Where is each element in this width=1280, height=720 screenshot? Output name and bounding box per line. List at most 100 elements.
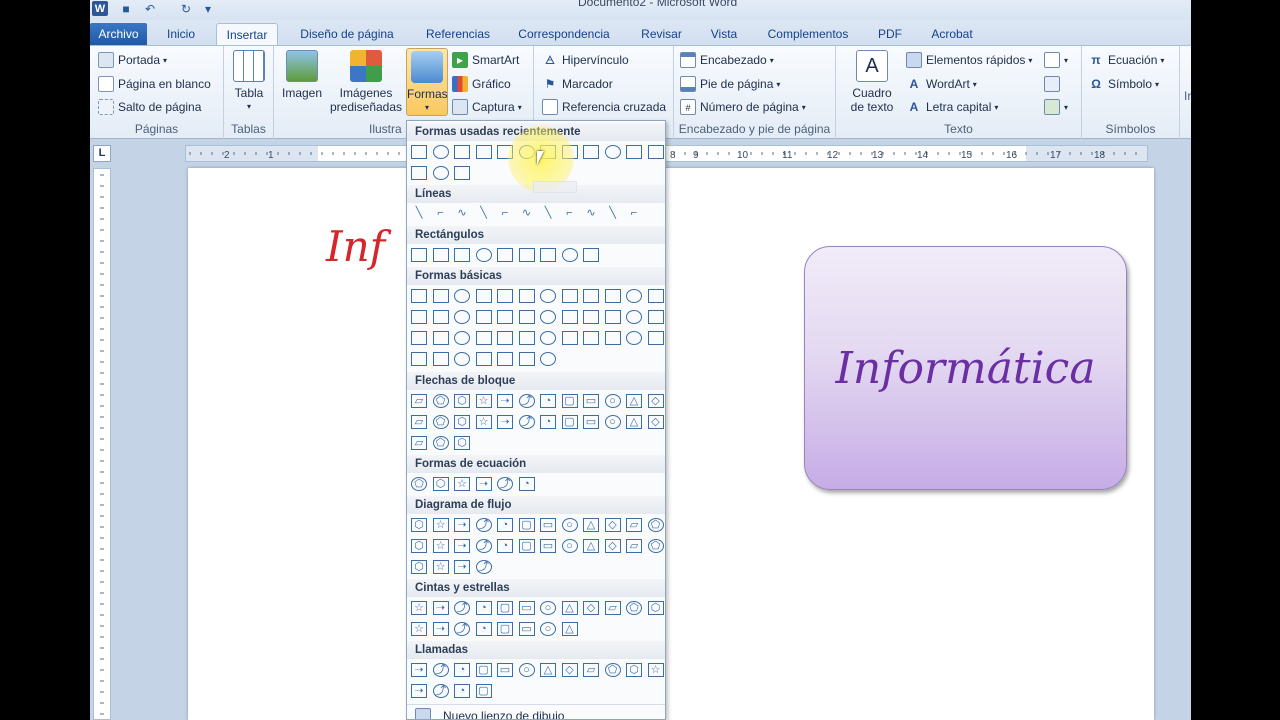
marcador-button[interactable]: ⚑ Marcador [542, 74, 613, 94]
shape-4-5-icon[interactable] [497, 352, 513, 366]
tab-inicio[interactable]: Inicio [162, 23, 200, 45]
shape-4-5-icon[interactable] [497, 331, 513, 345]
salto-pagina-button[interactable]: Salto de página [98, 97, 201, 117]
shape-2-6-icon[interactable]: ∿ [519, 207, 535, 221]
tab-revisar[interactable]: Revisar [639, 23, 684, 45]
shape-9-3-icon[interactable]: ◔ [454, 684, 470, 698]
shape-8-8-icon[interactable]: △ [561, 622, 578, 636]
shape-8-11-icon[interactable]: ⬠ [626, 601, 642, 615]
shape-7-6-icon[interactable]: ▢ [518, 539, 535, 553]
shape-3-2-icon[interactable] [432, 248, 449, 262]
shape-9-2-icon[interactable]: ⤴ [432, 684, 449, 698]
shape-1-9-icon[interactable] [583, 145, 599, 159]
shape-7-1-icon[interactable]: ⬡ [411, 518, 427, 532]
shape-9-1-icon[interactable]: ➝ [411, 663, 427, 677]
shape-7-4-icon[interactable]: ⤴ [475, 518, 492, 532]
shape-4-1-icon[interactable] [411, 310, 427, 324]
shape-7-1-icon[interactable]: ⬡ [411, 539, 427, 553]
shape-6-3-icon[interactable]: ☆ [454, 477, 470, 491]
tab-pdf[interactable]: PDF [876, 23, 904, 45]
letra-capital-button[interactable]: A Letra capital ▾ [906, 97, 999, 117]
shape-4-4-icon[interactable] [475, 331, 492, 345]
hipervinculo-button[interactable]: 🜁 Hipervínculo [542, 50, 629, 70]
tab-vista[interactable]: Vista [707, 23, 741, 45]
redo-icon[interactable]: ↻ [178, 1, 194, 16]
shape-4-2-icon[interactable] [432, 331, 449, 345]
shape-2-2-icon[interactable]: ⌐ [433, 207, 449, 221]
qat-customize-icon[interactable]: ▾ [200, 1, 216, 16]
shape-2-8-icon[interactable]: ⌐ [562, 207, 578, 221]
shape-5-10-icon[interactable]: ○ [604, 415, 621, 429]
shape-3-7-icon[interactable] [540, 248, 556, 262]
shape-5-2-icon[interactable]: ⬠ [432, 436, 449, 450]
shape-2-4-icon[interactable]: ╲ [476, 207, 492, 221]
shape-4-5-icon[interactable] [497, 289, 513, 303]
shape-9-4-icon[interactable]: ▢ [475, 684, 492, 698]
shape-5-1-icon[interactable]: ▱ [411, 436, 427, 450]
shape-2-10-icon[interactable]: ╲ [605, 207, 621, 221]
shape-3-9-icon[interactable] [583, 248, 599, 262]
shape-9-9-icon[interactable]: ▱ [583, 663, 599, 677]
shape-4-10-icon[interactable] [604, 289, 621, 303]
shape-5-11-icon[interactable]: △ [626, 415, 642, 429]
formas-button[interactable]: Formas ▾ [406, 48, 448, 116]
shape-7-6-icon[interactable]: ▢ [518, 518, 535, 532]
shape-4-11-icon[interactable] [626, 289, 642, 303]
shape-8-6-icon[interactable]: ▭ [518, 601, 535, 615]
shape-9-8-icon[interactable]: ◇ [561, 663, 578, 677]
shape-7-12-icon[interactable]: ⬠ [647, 518, 664, 532]
shape-7-8-icon[interactable]: ○ [561, 518, 578, 532]
shape-7-7-icon[interactable]: ▭ [540, 539, 556, 553]
shape-8-1-icon[interactable]: ☆ [411, 601, 427, 615]
shape-8-4-icon[interactable]: ◔ [475, 601, 492, 615]
shape-5-4-icon[interactable]: ☆ [475, 415, 492, 429]
shape-8-10-icon[interactable]: ▱ [604, 601, 621, 615]
shape-2-7-icon[interactable]: ╲ [540, 207, 556, 221]
shape-8-3-icon[interactable]: ⤴ [454, 622, 470, 636]
shape-5-3-icon[interactable]: ⬡ [454, 394, 470, 408]
shape-9-3-icon[interactable]: ◔ [454, 663, 470, 677]
shape-7-2-icon[interactable]: ☆ [432, 518, 449, 532]
shape-4-11-icon[interactable] [626, 331, 642, 345]
shape-2-11-icon[interactable]: ⌐ [626, 207, 642, 221]
grafico-button[interactable]: Gráfico [452, 74, 511, 94]
shape-5-2-icon[interactable]: ⬠ [432, 415, 449, 429]
shape-4-3-icon[interactable] [454, 352, 470, 366]
referencia-cruzada-button[interactable]: Referencia cruzada [542, 97, 666, 117]
shape-8-1-icon[interactable]: ☆ [411, 622, 427, 636]
shape-5-9-icon[interactable]: ▭ [583, 394, 599, 408]
shape-1-12-icon[interactable] [647, 145, 664, 159]
document-text[interactable]: Inf [326, 222, 385, 271]
shape-9-11-icon[interactable]: ⬡ [626, 663, 642, 677]
shape-9-2-icon[interactable]: ⤴ [432, 663, 449, 677]
shape-4-12-icon[interactable] [647, 331, 664, 345]
shape-4-6-icon[interactable] [518, 352, 535, 366]
shape-4-1-icon[interactable] [411, 331, 427, 345]
imagen-button[interactable]: Imagen [280, 50, 324, 100]
shape-6-1-icon[interactable]: ⬠ [411, 477, 427, 491]
shape-5-9-icon[interactable]: ▭ [583, 415, 599, 429]
shape-4-7-icon[interactable] [540, 289, 556, 303]
shape-4-1-icon[interactable] [411, 289, 427, 303]
shape-5-12-icon[interactable]: ◇ [647, 415, 664, 429]
tab-complementos[interactable]: Complementos [763, 23, 853, 45]
shape-4-6-icon[interactable] [518, 289, 535, 303]
shape-1-2-icon[interactable] [432, 166, 449, 180]
shape-8-5-icon[interactable]: ▢ [497, 601, 513, 615]
shape-2-9-icon[interactable]: ∿ [583, 207, 599, 221]
shape-4-5-icon[interactable] [497, 310, 513, 324]
shape-6-5-icon[interactable]: ⤴ [497, 477, 513, 491]
shape-8-3-icon[interactable]: ⤴ [454, 601, 470, 615]
shape-8-4-icon[interactable]: ◔ [475, 622, 492, 636]
shape-1-10-icon[interactable] [604, 145, 621, 159]
shape-8-7-icon[interactable]: ○ [540, 622, 556, 636]
signature-line-button[interactable]: ▾ [1044, 50, 1068, 70]
shape-2-5-icon[interactable]: ⌐ [497, 207, 513, 221]
shape-5-6-icon[interactable]: ⤴ [518, 415, 535, 429]
shape-9-10-icon[interactable]: ⬠ [604, 663, 621, 677]
shape-7-12-icon[interactable]: ⬠ [647, 539, 664, 553]
shape-5-10-icon[interactable]: ○ [604, 394, 621, 408]
shape-4-12-icon[interactable] [647, 289, 664, 303]
shape-4-2-icon[interactable] [432, 352, 449, 366]
shape-1-1-icon[interactable] [411, 166, 427, 180]
